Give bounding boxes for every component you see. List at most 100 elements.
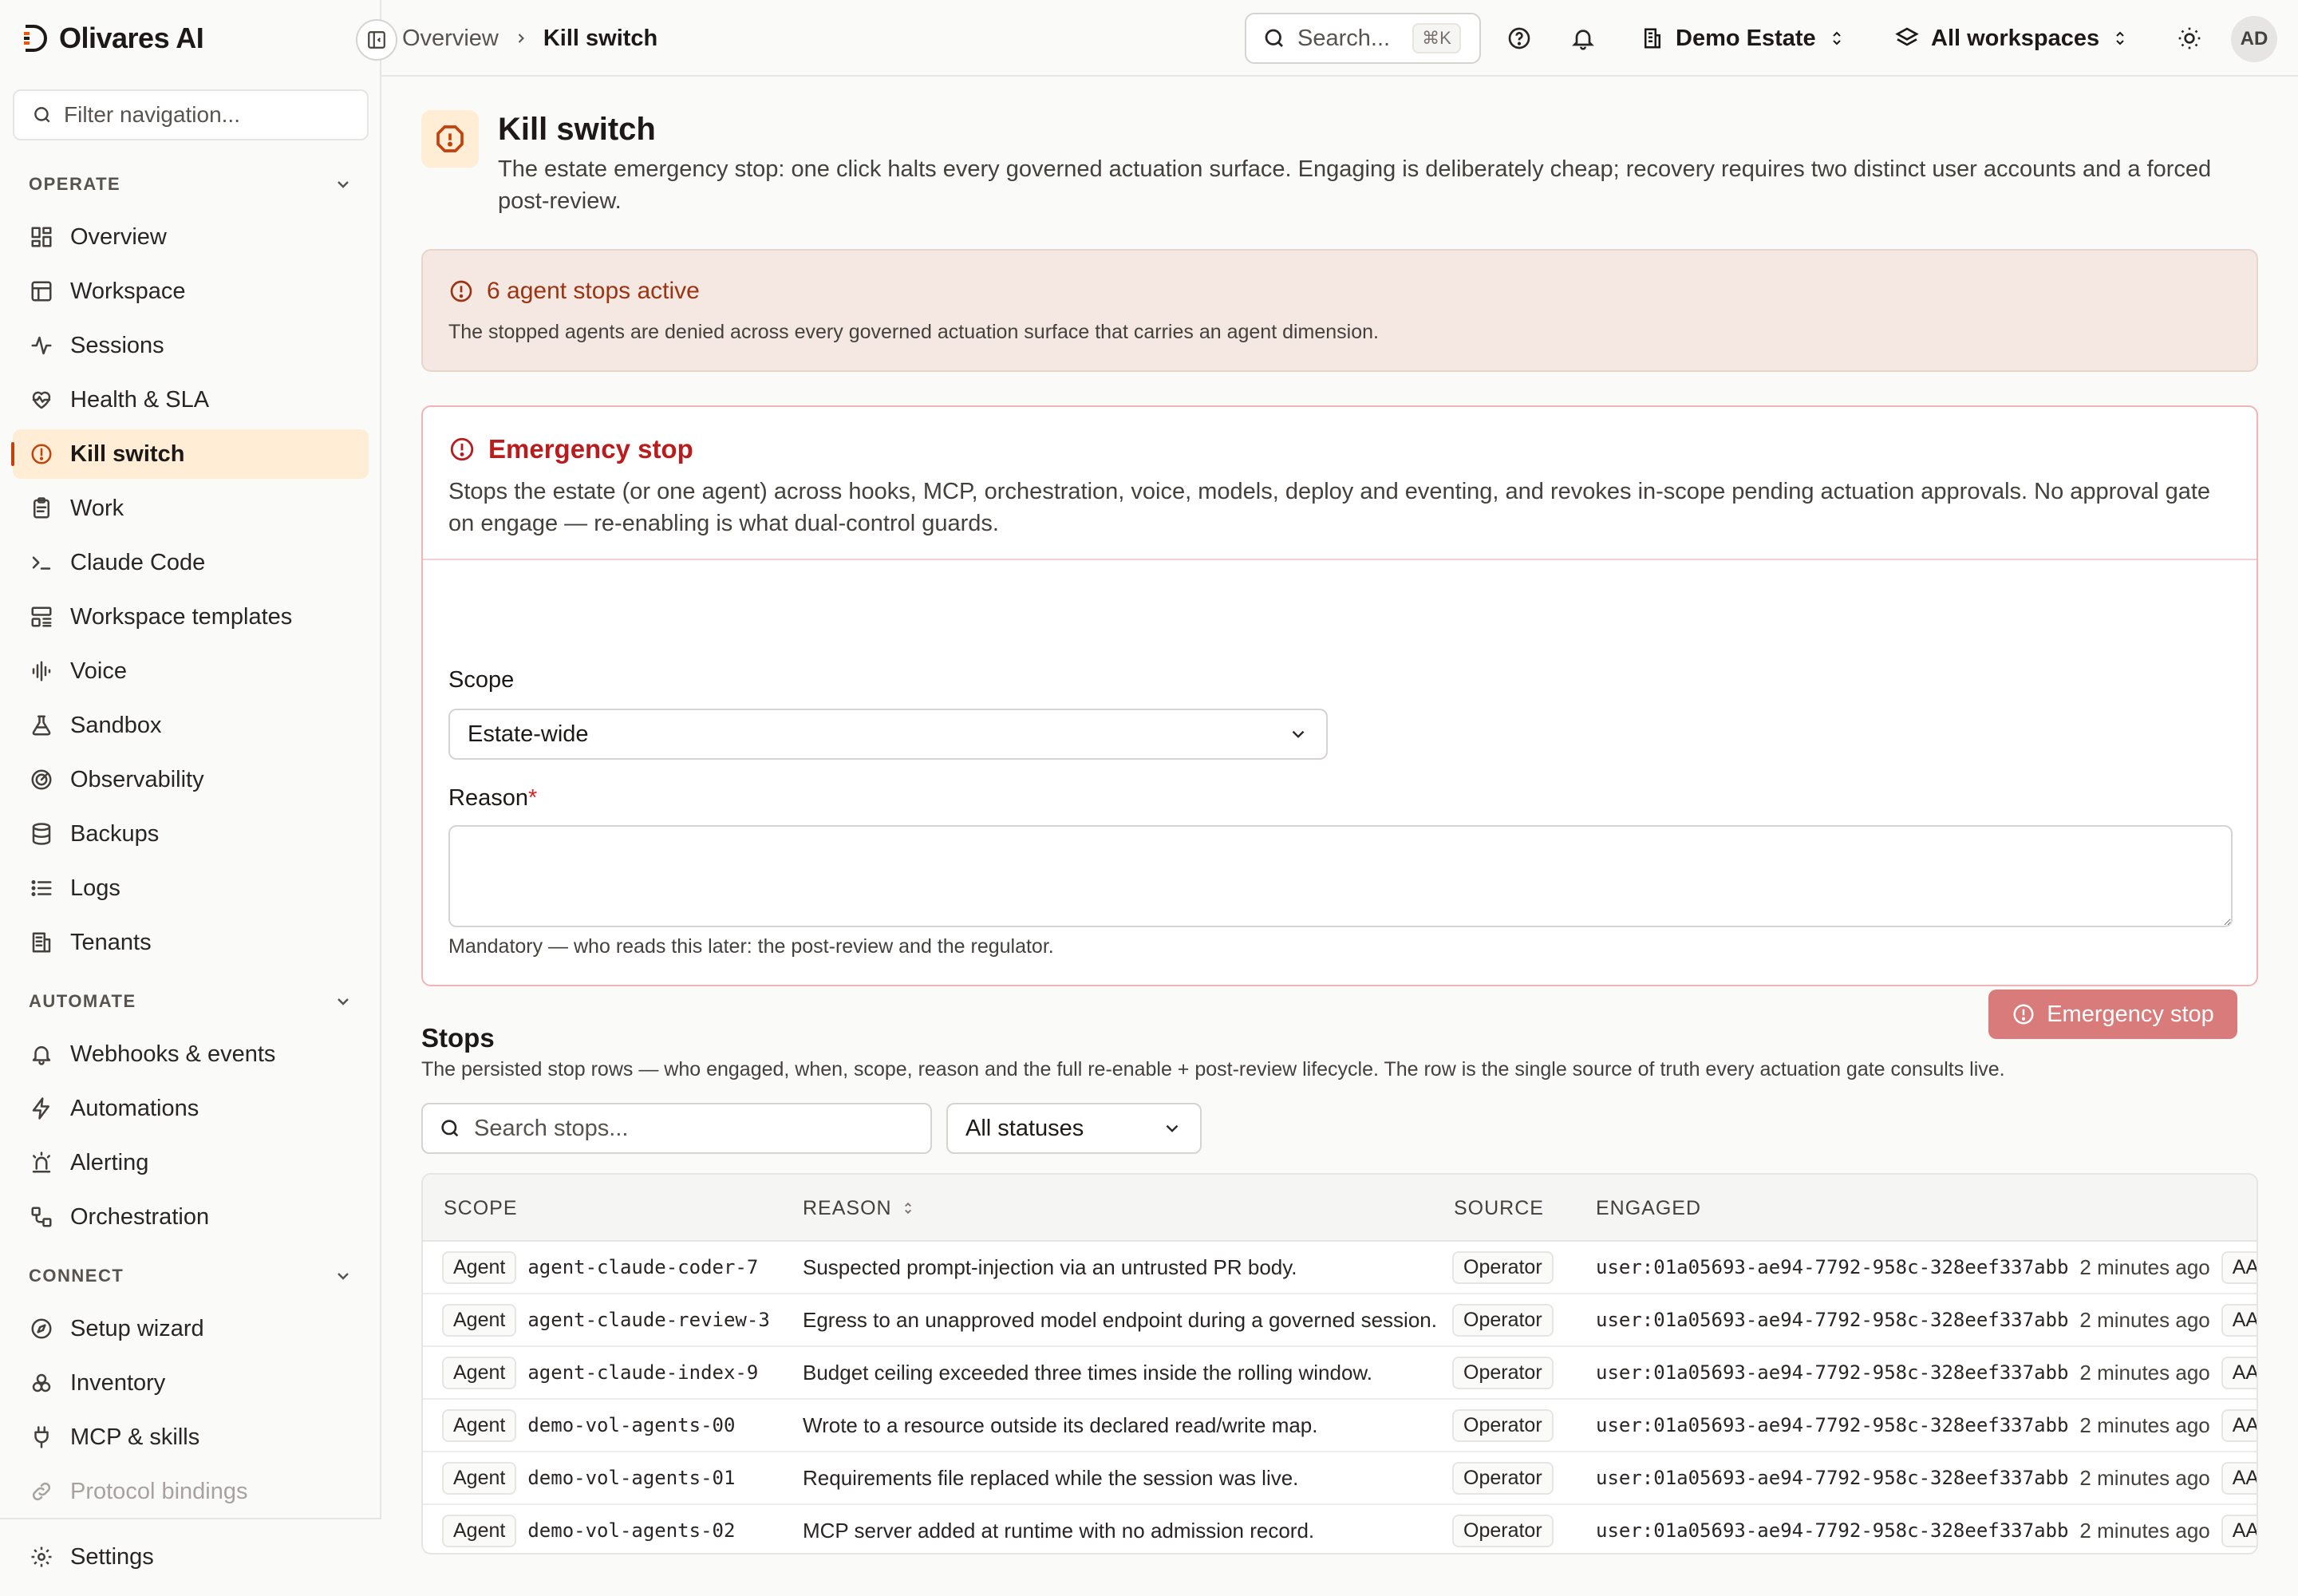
- cell-source: Operator: [1452, 1505, 1554, 1553]
- cell-source: Operator: [1452, 1294, 1554, 1345]
- scope-select[interactable]: Estate-wide: [448, 709, 1328, 760]
- collapse-sidebar-button[interactable]: [356, 19, 397, 61]
- cell-reason: Suspected prompt-injection via an untrus…: [803, 1254, 1297, 1279]
- sidebar-item-kill-switch[interactable]: Kill switch: [11, 429, 369, 479]
- cell-reason: Wrote to a resource outside its declared…: [803, 1412, 1318, 1437]
- emergency-stop-card: Emergency stop Stops the estate (or one …: [421, 405, 2258, 1039]
- sidebar-item-workspace[interactable]: Workspace: [13, 267, 369, 316]
- sidebar-item-label: Backups: [70, 820, 160, 847]
- table-row[interactable]: Agent agent-claude-coder-7 Suspected promp…: [423, 1242, 2257, 1294]
- table-row[interactable]: Agent agent-claude-index-9 Budget ceiling …: [423, 1347, 2257, 1400]
- search-icon: [32, 105, 53, 125]
- agent-id: demo-vol-agents-00: [527, 1414, 736, 1436]
- source-badge: Operator: [1452, 1514, 1554, 1547]
- sidebar-item-webhooks-and-events[interactable]: Webhooks & events: [13, 1029, 369, 1079]
- nav-section-automate[interactable]: AUTOMATE: [0, 974, 381, 1029]
- cell-scope: Agent agent-claude-coder-7: [442, 1242, 758, 1293]
- stops-search[interactable]: [421, 1103, 932, 1154]
- scope-label: Scope: [448, 667, 515, 693]
- scope-type-badge: Agent: [442, 1303, 517, 1337]
- terminal-icon: [29, 550, 54, 575]
- emergency-stop-button[interactable]: Emergency stop: [1988, 990, 2237, 1039]
- alert-circle-icon: [448, 279, 474, 304]
- sidebar-item-protocol-bindings[interactable]: Protocol bindings: [13, 1467, 369, 1513]
- sidebar-item-alerting[interactable]: Alerting: [13, 1138, 369, 1187]
- avatar[interactable]: AD: [2231, 16, 2277, 62]
- search-shortcut: ⌘K: [1412, 23, 1461, 53]
- topbar: Overview Kill switch Search... ⌘K Demo E…: [381, 0, 2298, 77]
- cell-source: Operator: [1452, 1452, 1554, 1503]
- sidebar-item-observability[interactable]: Observability: [13, 755, 369, 804]
- sidebar-item-label: Observability: [70, 766, 204, 792]
- aal-badge: AAL1: [2221, 1303, 2257, 1337]
- chevron-right-icon: [513, 30, 529, 46]
- filter-navigation[interactable]: [13, 89, 369, 140]
- source-badge: Operator: [1452, 1303, 1554, 1337]
- nav-list[interactable]: OPERATE Overview Workspace Sessions Health &…: [0, 156, 381, 1513]
- sidebar-item-work[interactable]: Work: [13, 484, 369, 533]
- sidebar-item-label: Webhooks & events: [70, 1041, 276, 1067]
- reason-help-text: Mandatory — who reads this later: the po…: [448, 935, 1054, 958]
- engaged-time: 2 minutes ago: [2079, 1360, 2210, 1385]
- activity-icon: [29, 333, 54, 358]
- filter-navigation-input[interactable]: [64, 102, 351, 128]
- breadcrumb-overview[interactable]: Overview: [402, 26, 499, 52]
- estate-switcher[interactable]: Demo Estate: [1641, 0, 1846, 77]
- sidebar-item-setup-wizard[interactable]: Setup wizard: [13, 1304, 369, 1353]
- sidebar-item-logs[interactable]: Logs: [13, 863, 369, 913]
- sidebar-item-sandbox[interactable]: Sandbox: [13, 701, 369, 750]
- sidebar-item-orchestration[interactable]: Orchestration: [13, 1192, 369, 1242]
- status-filter-select[interactable]: All statuses: [946, 1103, 1202, 1154]
- reason-textarea[interactable]: [448, 825, 2233, 927]
- stops-table: SCOPE REASON SOURCE ENGAGED Agent agent-c…: [421, 1173, 2258, 1555]
- page-description: The estate emergency stop: one click hal…: [498, 156, 2212, 214]
- plug-icon: [29, 1424, 54, 1450]
- table-row[interactable]: Agent demo-vol-agents-00 Wrote to a resour…: [423, 1400, 2257, 1452]
- sidebar-item-settings[interactable]: Settings: [13, 1532, 369, 1582]
- stops-search-input[interactable]: [474, 1115, 921, 1142]
- cell-engaged: user:01a05693-ae94-7792-958c-328eef337ab…: [1596, 1400, 2257, 1451]
- sidebar-item-inventory[interactable]: Inventory: [13, 1358, 369, 1408]
- alert-circle-icon: [2012, 1002, 2035, 1026]
- alert-title-row: 6 agent stops active: [448, 278, 2231, 305]
- sidebar-footer: Settings: [0, 1518, 381, 1596]
- theme-toggle-button[interactable]: [2170, 19, 2209, 57]
- notifications-button[interactable]: [1564, 19, 1602, 57]
- workspace-switcher[interactable]: All workspaces: [1894, 0, 2130, 77]
- global-search-button[interactable]: Search... ⌘K: [1245, 13, 1481, 64]
- sidebar-item-automations[interactable]: Automations: [13, 1084, 369, 1133]
- status-filter-value: All statuses: [965, 1115, 1084, 1141]
- aal-badge: AAL1: [2221, 1514, 2257, 1547]
- sidebar-item-workspace-templates[interactable]: Workspace templates: [13, 592, 369, 642]
- sidebar-item-health-and-sla[interactable]: Health & SLA: [13, 375, 369, 425]
- sidebar-item-backups[interactable]: Backups: [13, 809, 369, 859]
- table-row[interactable]: Agent demo-vol-agents-02 MCP server added …: [423, 1505, 2257, 1553]
- sidebar-item-mcp-and-skills[interactable]: MCP & skills: [13, 1412, 369, 1462]
- table-row[interactable]: Agent agent-claude-review-3 Egress to an u…: [423, 1294, 2257, 1347]
- cell-source: Operator: [1452, 1242, 1554, 1293]
- sidebar-item-label: MCP & skills: [70, 1424, 200, 1450]
- building-icon: [1641, 26, 1664, 50]
- clipboard-icon: [29, 496, 54, 521]
- cell-scope: Agent demo-vol-agents-00: [442, 1400, 735, 1451]
- column-header-reason-label: REASON: [803, 1196, 892, 1219]
- column-header-reason[interactable]: REASON: [803, 1175, 916, 1242]
- engaged-time: 2 minutes ago: [2079, 1465, 2210, 1490]
- siren-icon: [29, 1150, 54, 1175]
- help-button[interactable]: [1500, 19, 1538, 57]
- logo-icon: [22, 24, 48, 53]
- cell-reason: Requirements file replaced while the ses…: [803, 1465, 1299, 1490]
- sidebar-item-voice[interactable]: Voice: [13, 646, 369, 696]
- table-row[interactable]: Agent demo-vol-agents-01 Requirements file…: [423, 1452, 2257, 1505]
- reason-label-text: Reason: [448, 785, 528, 811]
- sidebar-item-overview[interactable]: Overview: [13, 212, 369, 262]
- search-label: Search...: [1297, 25, 1391, 51]
- cell-engaged: user:01a05693-ae94-7792-958c-328eef337ab…: [1596, 1242, 2257, 1293]
- sidebar-item-tenants[interactable]: Tenants: [13, 918, 369, 967]
- workspace-name: All workspaces: [1931, 25, 2100, 51]
- sidebar-item-sessions[interactable]: Sessions: [13, 321, 369, 370]
- sidebar-item-claude-code[interactable]: Claude Code: [13, 538, 369, 587]
- brand[interactable]: Olivares AI: [22, 21, 204, 56]
- nav-section-operate[interactable]: OPERATE: [0, 156, 381, 212]
- nav-section-connect[interactable]: CONNECT: [0, 1248, 381, 1304]
